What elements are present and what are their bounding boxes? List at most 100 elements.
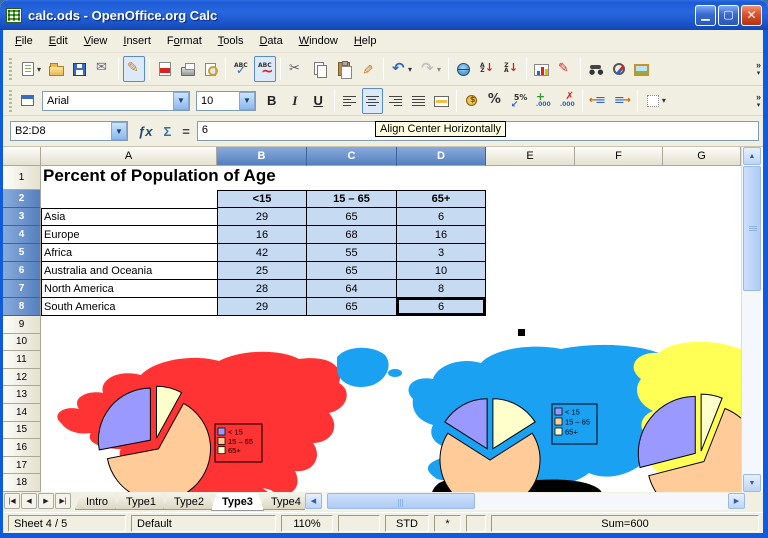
menu-insert[interactable]: Insert xyxy=(115,32,159,50)
undo-button[interactable]: ▾ xyxy=(388,56,415,82)
status-sheet-number[interactable]: Sheet 4 / 5 xyxy=(8,515,126,532)
cell-B6[interactable]: 25 xyxy=(217,262,307,280)
spellcheck-button[interactable] xyxy=(230,56,252,82)
menu-window[interactable]: Window xyxy=(291,32,346,50)
status-zoom-level[interactable]: 110% xyxy=(281,515,333,532)
row-header-10[interactable]: 10 xyxy=(3,334,41,352)
align-right-button[interactable] xyxy=(385,88,406,114)
justify-button[interactable] xyxy=(408,88,429,114)
column-header-D[interactable]: D xyxy=(397,147,486,166)
status-sum[interactable]: Sum=600 xyxy=(491,515,759,532)
cell-C5[interactable]: 55 xyxy=(307,244,397,262)
cell-C2[interactable]: 15 – 65 xyxy=(307,190,397,208)
sheet-tab-type2[interactable]: Type2 xyxy=(163,493,215,510)
horizontal-scroll-thumb[interactable] xyxy=(327,493,475,509)
next-sheet-button[interactable]: ▶ xyxy=(38,493,54,509)
cell-B7[interactable]: 28 xyxy=(217,280,307,298)
export-pdf-button[interactable] xyxy=(154,56,176,82)
selection-fill-handle[interactable] xyxy=(518,329,525,336)
toolbar-grip[interactable] xyxy=(8,90,13,112)
increase-indent-button[interactable] xyxy=(611,88,633,114)
cell-B2[interactable]: <15 xyxy=(217,190,307,208)
chevron-down-icon[interactable]: ▼ xyxy=(173,92,189,110)
sort-ascending-button[interactable] xyxy=(476,56,498,82)
status-signature[interactable] xyxy=(466,515,486,532)
cell-B8[interactable]: 29 xyxy=(217,298,307,316)
toolbar-grip[interactable] xyxy=(8,58,13,80)
cell-D8-active[interactable]: 6 xyxy=(397,298,486,316)
redo-button[interactable]: ▾ xyxy=(417,56,444,82)
horizontal-scrollbar[interactable]: ◀ ▶ xyxy=(305,493,745,510)
align-left-button[interactable] xyxy=(339,88,360,114)
row-header-12[interactable]: 12 xyxy=(3,369,41,387)
column-header-E[interactable]: E xyxy=(486,147,575,166)
status-modified-flag[interactable]: * xyxy=(434,515,461,532)
cell-reference[interactable]: B2:D8 xyxy=(11,125,111,137)
find-replace-button[interactable] xyxy=(585,56,607,82)
decrease-indent-button[interactable] xyxy=(587,88,609,114)
font-name-combo[interactable]: Arial ▼ xyxy=(42,91,190,111)
column-header-C[interactable]: C xyxy=(307,147,397,166)
align-center-button[interactable] xyxy=(362,88,383,114)
merge-cells-button[interactable] xyxy=(431,88,452,114)
dropdown-arrow-icon[interactable]: ▾ xyxy=(662,96,666,105)
new-button[interactable]: ▾ xyxy=(17,56,44,82)
page-preview-button[interactable] xyxy=(200,56,221,82)
row-header-15[interactable]: 15 xyxy=(3,422,41,440)
row-header-16[interactable]: 16 xyxy=(3,439,41,457)
vertical-scrollbar[interactable]: ▲ ▼ xyxy=(741,147,761,492)
cell-D7[interactable]: 8 xyxy=(397,280,486,298)
previous-sheet-button[interactable]: ◀ xyxy=(21,493,37,509)
menu-view[interactable]: View xyxy=(76,32,116,50)
chevron-down-icon[interactable]: ▼ xyxy=(239,92,255,110)
cell-A3[interactable]: Asia xyxy=(41,208,217,226)
draw-functions-button[interactable] xyxy=(554,56,576,82)
percent-format-button[interactable] xyxy=(484,88,506,114)
cell-D2[interactable]: 65+ xyxy=(397,190,486,208)
select-all-corner[interactable] xyxy=(3,147,41,166)
row-header-3[interactable]: 3 xyxy=(3,208,41,226)
cell-A7[interactable]: North America xyxy=(41,280,217,298)
vertical-scroll-thumb[interactable] xyxy=(743,166,761,291)
add-decimal-button[interactable] xyxy=(532,88,554,114)
insert-chart-button[interactable] xyxy=(531,56,552,82)
cut-button[interactable] xyxy=(285,56,307,82)
status-selection-mode[interactable]: STD xyxy=(385,515,429,532)
row-header-13[interactable]: 13 xyxy=(3,386,41,404)
currency-format-button[interactable] xyxy=(461,88,482,114)
cells-area[interactable]: Percent of Population of Age <15 15 – 65… xyxy=(41,166,741,492)
menu-file[interactable]: File xyxy=(7,32,41,50)
cell-D3[interactable]: 6 xyxy=(397,208,486,226)
sheet-tab-type1[interactable]: Type1 xyxy=(115,493,167,510)
font-size-value[interactable]: 10 xyxy=(197,95,239,107)
row-header-2[interactable]: 2 xyxy=(3,190,41,208)
menu-data[interactable]: Data xyxy=(251,32,290,50)
status-insert-mode[interactable] xyxy=(338,515,380,532)
cell-C8[interactable]: 65 xyxy=(307,298,397,316)
title-bar[interactable]: calc.ods - OpenOffice.org Calc ▁ ▢ ✕ xyxy=(0,0,768,30)
cell-C6[interactable]: 65 xyxy=(307,262,397,280)
cell-D5[interactable]: 3 xyxy=(397,244,486,262)
chart-object[interactable]: < 1515 – 6565+< 1515 – 6565+ xyxy=(41,335,741,492)
scroll-right-button[interactable]: ▶ xyxy=(728,493,745,509)
italic-button[interactable]: I xyxy=(285,88,304,114)
menu-tools[interactable]: Tools xyxy=(210,32,252,50)
column-header-A[interactable]: A xyxy=(41,147,217,166)
scroll-down-button[interactable]: ▼ xyxy=(743,474,761,492)
scroll-left-button[interactable]: ◀ xyxy=(305,493,322,509)
function-button[interactable]: = xyxy=(178,124,194,139)
cell-B5[interactable]: 42 xyxy=(217,244,307,262)
copy-button[interactable] xyxy=(309,56,331,82)
row-header-1[interactable]: 1 xyxy=(3,166,41,190)
cell-D4[interactable]: 16 xyxy=(397,226,486,244)
sort-descending-button[interactable] xyxy=(500,56,522,82)
print-button[interactable] xyxy=(178,56,198,82)
cell-B4[interactable]: 16 xyxy=(217,226,307,244)
save-button[interactable] xyxy=(69,56,90,82)
row-header-11[interactable]: 11 xyxy=(3,351,41,369)
row-header-8[interactable]: 8 xyxy=(3,298,41,316)
function-wizard-button[interactable]: ƒx xyxy=(134,124,156,139)
row-header-6[interactable]: 6 xyxy=(3,262,41,280)
hyperlink-button[interactable] xyxy=(453,56,474,82)
row-header-7[interactable]: 7 xyxy=(3,280,41,298)
